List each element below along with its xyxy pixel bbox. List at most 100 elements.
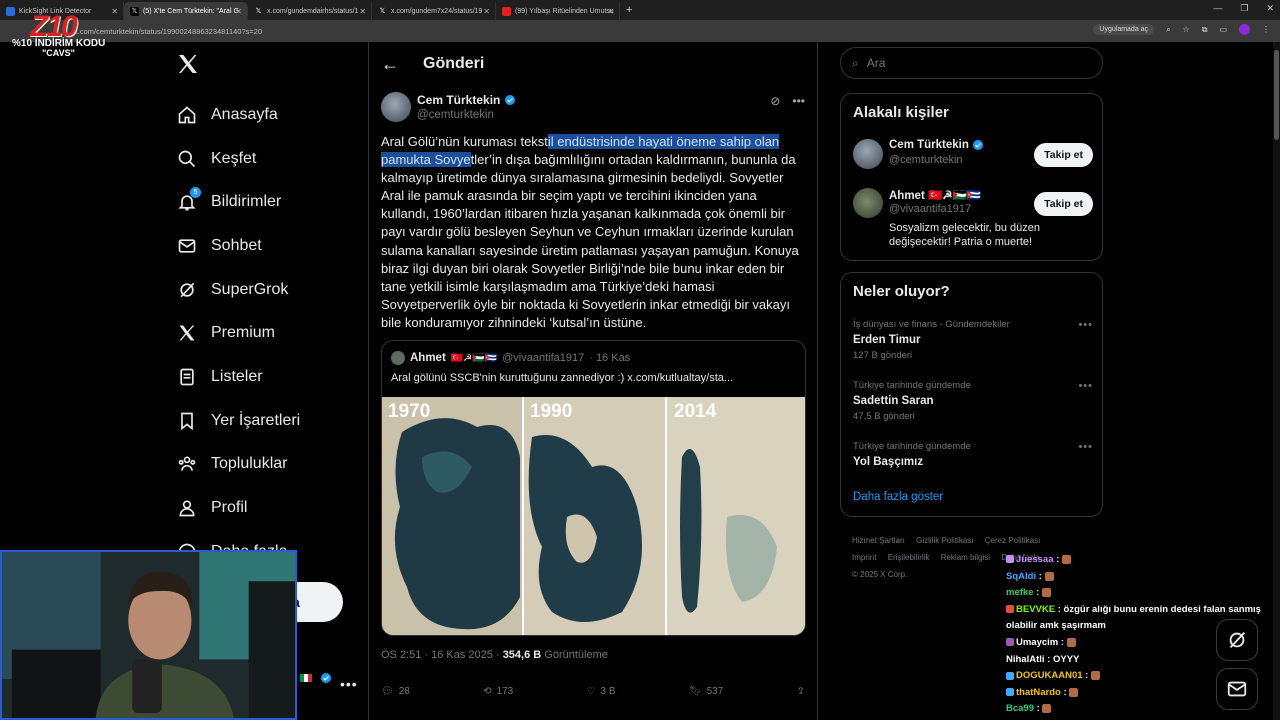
reply-button[interactable]: 💬︎ 28 xyxy=(381,686,410,697)
footer-link[interactable]: Erişilebilirlik xyxy=(888,553,930,562)
bookmark-button[interactable]: 🔖︎ 537 xyxy=(689,686,723,697)
maximize-icon[interactable]: ❐ xyxy=(1240,3,1248,14)
account-switcher[interactable] xyxy=(300,672,332,684)
scrollbar-thumb[interactable] xyxy=(1274,50,1279,140)
like-button[interactable]: ♡ 3 B xyxy=(587,686,616,697)
nav-item-premium[interactable]: Premium xyxy=(176,311,300,355)
browser-tab-5[interactable]: (99) Yılbaşı Ritüelinden Umutsu ✕ xyxy=(496,2,620,20)
nav-label: Bildirimler xyxy=(211,193,282,211)
address-bar-actions: Uygulamada aç ⌕ ☆ ⧉ ▭ ⋮ xyxy=(1093,24,1270,35)
author-avatar[interactable] xyxy=(381,92,411,122)
chat-user: Juessaa xyxy=(1016,554,1054,565)
footer-link[interactable]: Imprint xyxy=(852,553,876,562)
footer-link[interactable]: Gizlilik Politikası xyxy=(916,536,973,545)
view-label: Görüntüleme xyxy=(541,649,608,661)
nav-item-home[interactable]: Anasayfa xyxy=(176,93,300,137)
person-icon xyxy=(176,497,198,519)
x-favicon-icon: 𝕏 xyxy=(379,8,386,15)
quoted-post[interactable]: Ahmet 🇹🇷☭🇵🇸🇨🇺 @vivaantifa1917 · 16 Kas A… xyxy=(381,340,806,636)
close-window-icon[interactable]: ✕ xyxy=(1266,3,1274,14)
nav-label: Anasayfa xyxy=(211,105,278,123)
tab-title: x.com/gundem7x24/status/19 xyxy=(391,7,483,15)
browser-tab-4[interactable]: 𝕏 x.com/gundem7x24/status/19 ✕ xyxy=(372,2,496,20)
show-more-link[interactable]: Daha fazla göster xyxy=(853,491,943,503)
star-icon[interactable]: ☆ xyxy=(1183,25,1190,34)
nav-item-explore[interactable]: Keşfet xyxy=(176,137,300,181)
x-icon xyxy=(176,322,198,344)
copyright: © 2025 X Corp. xyxy=(852,570,908,579)
related-person[interactable]: Cem Türktekin @cemturktekin Takip et xyxy=(853,139,1093,173)
back-arrow-icon[interactable]: ← xyxy=(381,54,399,75)
url-text[interactable]: x.com/cemturktekin/status/19900248863234… xyxy=(74,27,262,36)
extensions-icon[interactable]: ⧉ xyxy=(1202,25,1208,35)
more-options-icon[interactable]: ••• xyxy=(1078,319,1093,331)
author-handle[interactable]: @cemturktekin xyxy=(417,109,494,121)
avatar xyxy=(853,188,883,218)
nav-item-supergrok[interactable]: SuperGrok xyxy=(176,268,300,312)
sidebar-icon[interactable]: ▭ xyxy=(1219,25,1227,34)
minimize-icon[interactable]: — xyxy=(1213,3,1222,14)
nav-item-bookmarks[interactable]: Yer İşaretleri xyxy=(176,399,300,443)
search-input[interactable]: ⌕ Ara xyxy=(840,47,1103,79)
close-icon[interactable]: ✕ xyxy=(359,7,366,16)
follow-button[interactable]: Takip et xyxy=(1034,143,1093,167)
footer-link[interactable]: Hizmet Şartları xyxy=(852,536,905,545)
browser-tab-3[interactable]: 𝕏 x.com/gundemdairhs/status/1 ✕ xyxy=(248,2,372,20)
mail-icon xyxy=(176,235,198,257)
nav-item-communities[interactable]: Topluluklar xyxy=(176,443,300,487)
grok-icon[interactable]: ⊘ xyxy=(770,94,780,108)
share-button[interactable]: ⇪ xyxy=(797,686,805,697)
trend-title: Erden Timur xyxy=(853,334,921,346)
bell-icon: 5 xyxy=(176,187,201,213)
nav-item-lists[interactable]: Listeler xyxy=(176,355,300,399)
x-logo-icon[interactable] xyxy=(176,52,200,76)
post-text: Aral Gölü’nün kuruması tekstil endüstris… xyxy=(381,133,805,332)
menu-icon[interactable]: ⋮ xyxy=(1262,25,1270,34)
trend-title: Sadettin Saran xyxy=(853,395,934,407)
author-name[interactable]: Cem Türktekin xyxy=(417,93,516,107)
like-count: 3 B xyxy=(600,686,616,697)
verified-icon xyxy=(321,673,331,683)
more-options-icon[interactable]: ••• xyxy=(1078,380,1093,392)
close-icon[interactable]: ✕ xyxy=(483,7,490,16)
aral-sea-comparison-image[interactable] xyxy=(382,397,806,636)
trend-item[interactable]: Türkiye tarihinde gündemde Yol Başçımız … xyxy=(853,441,1093,468)
share-icon: ⇪ xyxy=(796,686,805,697)
repost-button[interactable]: ⟲ 173 xyxy=(483,686,513,697)
left-nav: Anasayfa Keşfet 5 Bildirimler Sohbet Sup… xyxy=(176,93,300,574)
year-label-1990: 1990 xyxy=(530,401,573,422)
profile-avatar[interactable] xyxy=(1239,24,1250,35)
new-tab-icon[interactable]: + xyxy=(626,4,632,16)
close-icon[interactable]: ✕ xyxy=(235,7,242,16)
follow-button[interactable]: Takip et xyxy=(1034,192,1093,216)
open-in-app-button[interactable]: Uygulamada aç xyxy=(1093,24,1155,35)
related-person[interactable]: Ahmet 🇹🇷☭🇵🇸🇨🇺 @vivaantifa1917 Sosyalizm … xyxy=(853,188,1093,252)
nav-item-notifications[interactable]: 5 Bildirimler xyxy=(176,180,300,224)
bookmark-count: 537 xyxy=(706,686,724,697)
close-icon[interactable]: ✕ xyxy=(111,7,118,16)
chat-message: BEVVKE : özgür alığı bunu erenin dedesi … xyxy=(1006,603,1261,632)
chat-message: Juessaa : xyxy=(1006,552,1276,569)
trend-category: Türkiye tarihinde gündemde xyxy=(853,441,971,452)
close-icon[interactable]: ✕ xyxy=(607,7,614,16)
footer-link[interactable]: Çerez Politikası xyxy=(985,536,1041,545)
page-scrollbar[interactable] xyxy=(1273,42,1280,720)
trend-item[interactable]: Türkiye tarihinde gündemde Sadettin Sara… xyxy=(853,380,1093,422)
nav-label: Keşfet xyxy=(211,149,257,167)
bookmark-icon: 🔖︎ xyxy=(688,686,702,697)
nav-item-profile[interactable]: Profil xyxy=(176,486,300,530)
people-icon xyxy=(176,453,198,475)
nav-item-chat[interactable]: Sohbet xyxy=(176,224,300,268)
verified-icon xyxy=(505,95,516,105)
footer-link[interactable]: Reklam bilgisi xyxy=(941,553,990,562)
more-options-icon[interactable]: ••• xyxy=(792,94,805,108)
browser-tab-2[interactable]: 𝕏 (5) X'te Cem Türktekin: "Aral G ✕ xyxy=(124,2,248,20)
avatar xyxy=(853,139,883,169)
trend-count: 127 B gönderi xyxy=(853,350,913,361)
trend-item[interactable]: İş dünyası ve finans · Gündemdekiler Erd… xyxy=(853,319,1093,361)
more-options-icon[interactable]: ••• xyxy=(1078,441,1093,453)
chat-message: mefke : xyxy=(1006,585,1276,602)
quoted-author-avatar xyxy=(391,351,405,365)
zoom-icon[interactable]: ⌕ xyxy=(1166,25,1170,35)
account-more-icon[interactable]: ••• xyxy=(340,676,358,692)
